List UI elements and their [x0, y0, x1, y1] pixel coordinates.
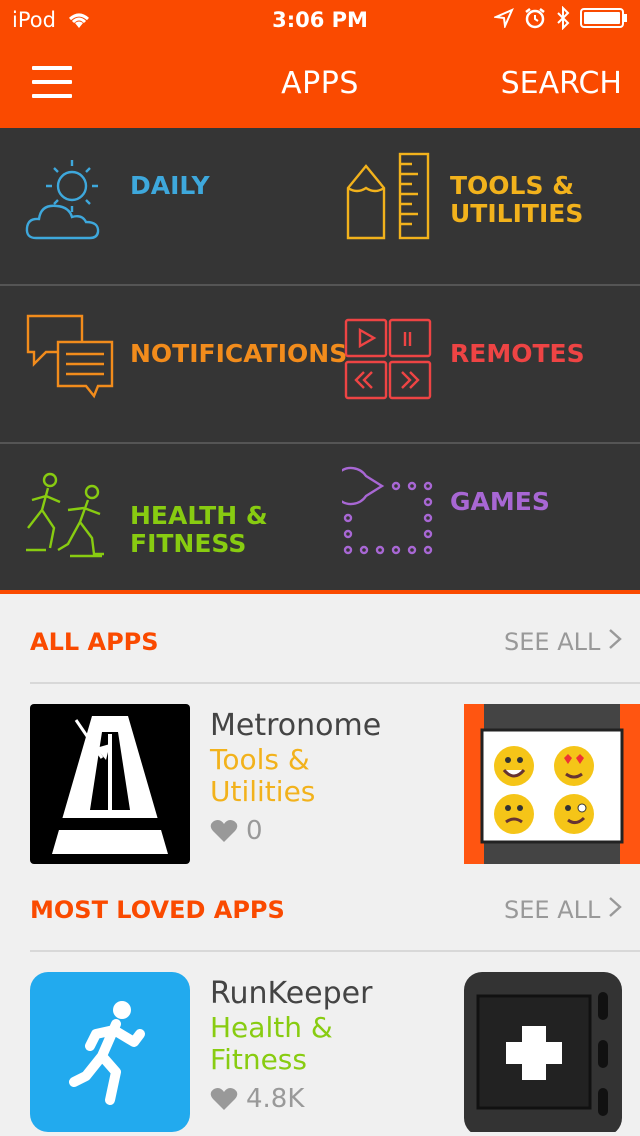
category-label: REMOTES	[450, 339, 585, 368]
app-category: Health & Fitness	[210, 1011, 333, 1076]
like-count-value: 0	[246, 816, 263, 846]
bluetooth-icon	[557, 6, 570, 30]
app-screenshot[interactable]	[464, 972, 640, 1132]
category-label: NOTIFICATIONS	[130, 339, 348, 368]
app-icon[interactable]	[30, 704, 190, 864]
app-card-metronome[interactable]: Metronome Tools & Utilities 0	[0, 704, 640, 866]
app-name: RunKeeper	[210, 976, 373, 1011]
category-label: DAILY	[130, 171, 210, 200]
category-label: GAMES	[450, 487, 550, 516]
category-health-fitness[interactable]: HEALTH & FITNESS	[0, 444, 320, 602]
alarm-icon	[525, 8, 545, 29]
pacman-icon	[342, 466, 433, 555]
heart-icon	[210, 1088, 238, 1110]
watch-health-preview	[464, 972, 622, 1132]
app-category: Tools & Utilities	[210, 743, 316, 808]
see-all-label: SEE ALL	[504, 896, 601, 924]
heart-icon	[210, 820, 238, 842]
section-header-most-loved: MOST LOVED APPS SEE ALL	[30, 888, 622, 928]
see-all-button[interactable]: SEE ALL	[504, 628, 622, 656]
category-remotes[interactable]: REMOTES	[320, 286, 640, 444]
like-count: 0	[210, 816, 263, 846]
category-notifications[interactable]: NOTIFICATIONS	[0, 286, 347, 444]
category-label: HEALTH & FITNESS	[130, 501, 268, 558]
category-label: TOOLS & UTILITIES	[450, 171, 584, 228]
category-grid: DAILY TOOLS & UTILITIES NOTIFICATIONS RE…	[0, 128, 640, 594]
top-bar: iPod 3:06 PM APPS SEARCH	[0, 0, 640, 128]
app-screenshot[interactable]	[464, 704, 640, 864]
category-daily[interactable]: DAILY	[0, 128, 320, 286]
location-arrow-icon	[494, 8, 514, 28]
weather-icon	[25, 160, 100, 240]
runners-icon	[26, 472, 104, 558]
category-tools-utilities[interactable]: TOOLS & UTILITIES	[320, 128, 640, 286]
section-header-all-apps: ALL APPS SEE ALL	[30, 620, 622, 660]
see-all-label: SEE ALL	[504, 628, 601, 656]
runner-icon	[69, 1001, 145, 1105]
category-row: NOTIFICATIONS REMOTES	[0, 286, 640, 444]
category-games[interactable]: GAMES	[320, 444, 640, 602]
app-card-runkeeper[interactable]: RunKeeper Health & Fitness 4.8K	[0, 972, 640, 1134]
status-bar: iPod 3:06 PM	[0, 0, 640, 40]
app-icon[interactable]	[30, 972, 190, 1132]
app-name: Metronome	[210, 708, 382, 743]
see-all-button[interactable]: SEE ALL	[504, 896, 622, 924]
search-button[interactable]: SEARCH	[501, 66, 622, 101]
battery-icon	[580, 8, 627, 28]
media-controls-icon	[344, 318, 432, 400]
chevron-right-icon	[609, 897, 622, 917]
nav-bar: APPS SEARCH	[0, 40, 640, 128]
like-count: 4.8K	[210, 1084, 304, 1114]
section-title: MOST LOVED APPS	[30, 896, 285, 924]
metronome-icon	[52, 716, 168, 854]
divider	[30, 682, 640, 684]
category-row: HEALTH & FITNESS GAMES	[0, 444, 640, 602]
section-title: ALL APPS	[30, 628, 159, 656]
chevron-right-icon	[609, 629, 622, 649]
watch-emoji-preview	[464, 704, 640, 864]
chat-bubbles-icon	[26, 314, 114, 399]
like-count-value: 4.8K	[246, 1084, 305, 1114]
category-row: DAILY TOOLS & UTILITIES	[0, 128, 640, 286]
pencil-ruler-icon	[346, 152, 430, 240]
divider	[30, 950, 640, 952]
